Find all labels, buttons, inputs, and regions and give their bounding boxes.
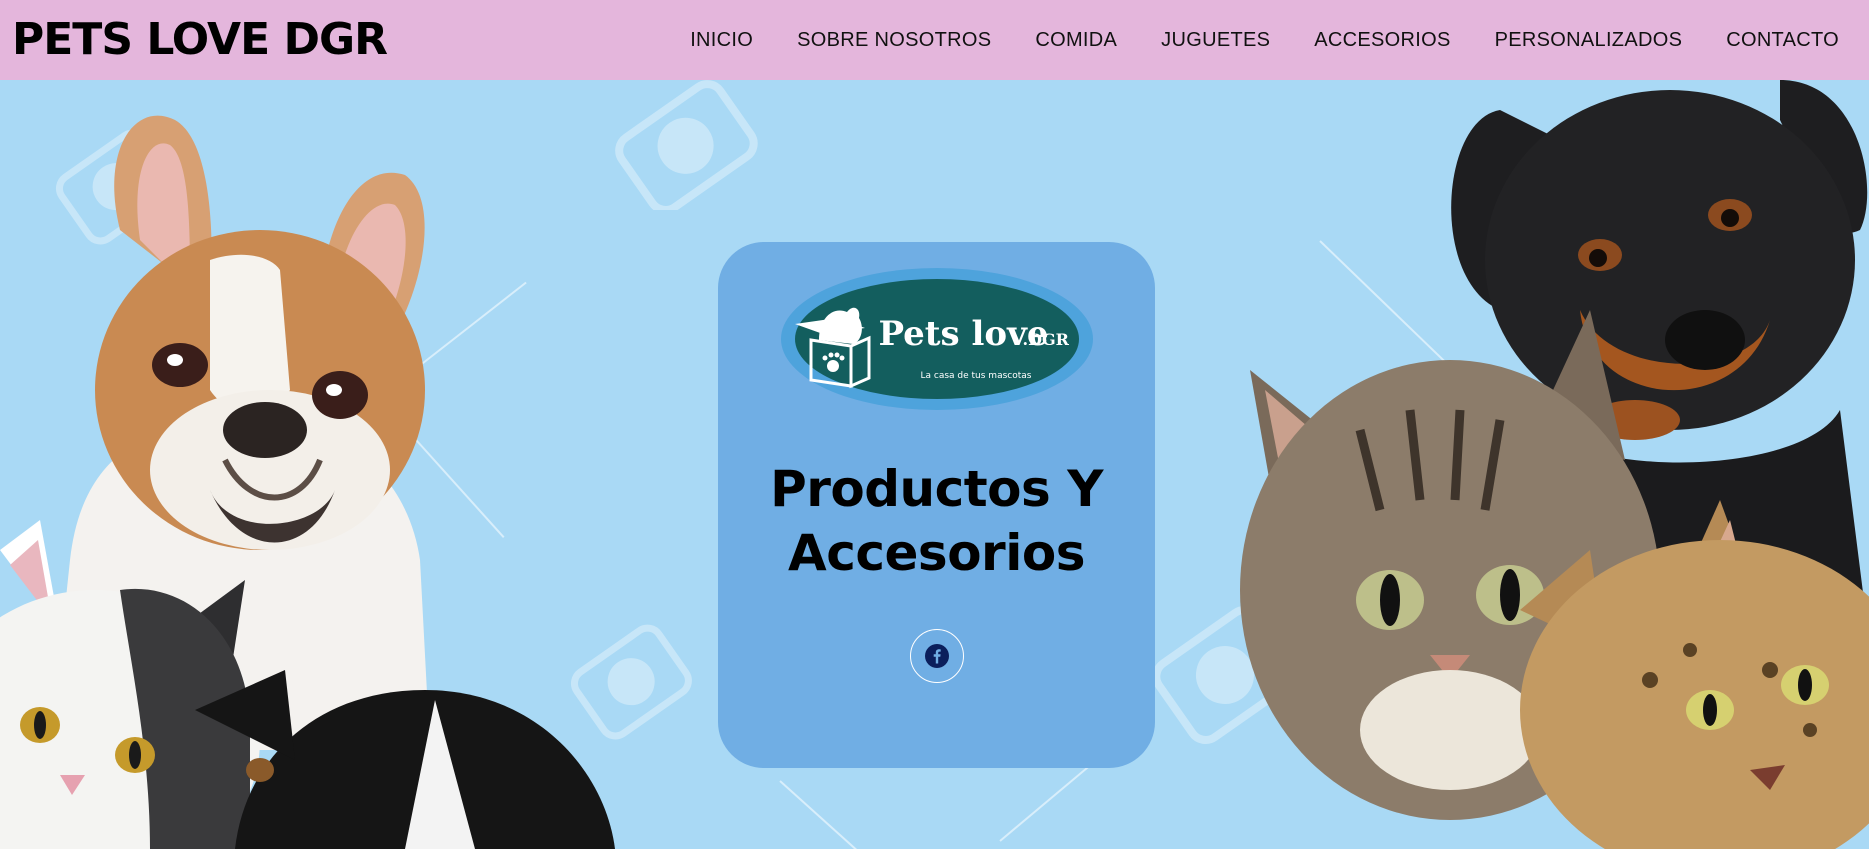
nav-item-personalizados[interactable]: PERSONALIZADOS [1473, 0, 1705, 80]
bengal-kitten-photo [1520, 500, 1869, 849]
facebook-button[interactable] [909, 629, 964, 683]
decorative-beam [999, 763, 1093, 842]
site-brand[interactable]: PETS LOVE DGR [12, 18, 388, 62]
nav-item-inicio[interactable]: INICIO [668, 0, 775, 80]
pets-love-logo[interactable]: Pets love .DGR La casa de tus mascotas [780, 268, 1093, 415]
facebook-icon [924, 644, 949, 668]
main-nav: INICIO SOBRE NOSOTROS COMIDA JUGUETES AC… [668, 0, 1857, 80]
hero-card: Pets love .DGR La casa de tus mascotas P… [718, 242, 1155, 768]
hero-section: Pets love .DGR La casa de tus mascotas P… [0, 80, 1869, 849]
logo-suffix: .DGR [1022, 330, 1069, 349]
nav-item-sobre-nosotros[interactable]: SOBRE NOSOTROS [775, 0, 1013, 80]
hero-title-line2: Accesorios [788, 524, 1085, 582]
watermark-camera-icon [615, 80, 758, 210]
nav-item-juguetes[interactable]: JUGUETES [1139, 0, 1292, 80]
site-header: PETS LOVE DGR INICIO SOBRE NOSOTROS COMI… [0, 0, 1869, 80]
hero-title-line1: Productos Y [770, 460, 1103, 518]
decorative-beam [779, 780, 870, 849]
border-collie-photo [195, 670, 615, 849]
hero-title: Productos Y Accesorios [770, 457, 1103, 585]
nav-item-accesorios[interactable]: ACCESORIOS [1292, 0, 1472, 80]
logo-text-overlay: Pets love .DGR La casa de tus mascotas [781, 272, 1093, 415]
nav-item-contacto[interactable]: CONTACTO [1704, 0, 1857, 80]
logo-tagline: La casa de tus mascotas [920, 371, 1032, 381]
nav-item-comida[interactable]: COMIDA [1013, 0, 1139, 80]
